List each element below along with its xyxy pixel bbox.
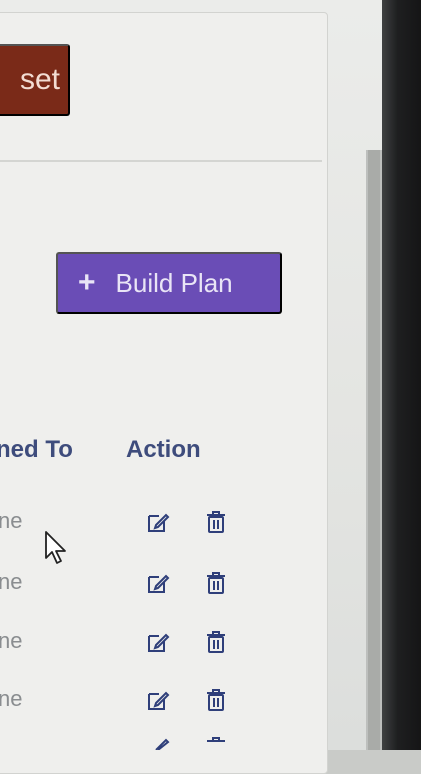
table-row: ne (0, 563, 300, 613)
trash-icon[interactable] (206, 571, 226, 595)
edit-icon[interactable] (146, 571, 170, 595)
build-plan-label: Build Plan (115, 267, 233, 298)
trash-icon[interactable] (206, 736, 226, 750)
table-row: ne (0, 622, 300, 672)
edit-icon[interactable] (146, 736, 170, 750)
trash-icon[interactable] (206, 510, 226, 534)
assigned-cell: ne (0, 628, 23, 653)
assigned-cell: ne (0, 508, 23, 533)
assigned-cell: ne (0, 686, 23, 711)
divider (0, 160, 322, 162)
screen-area: set + Build Plan ned To Action ne ne ne (0, 0, 392, 774)
column-header-assigned-to: ned To (0, 436, 73, 463)
assigned-cell: ne (0, 569, 23, 594)
column-header-action: Action (126, 436, 201, 463)
mouse-cursor-icon (45, 531, 66, 564)
edit-icon[interactable] (146, 510, 170, 534)
monitor-bezel (382, 0, 421, 750)
reset-button[interactable]: set (0, 44, 70, 116)
edit-icon[interactable] (146, 630, 170, 654)
build-plan-button[interactable]: + Build Plan (56, 252, 282, 314)
edit-icon[interactable] (146, 688, 170, 712)
scrollbar-thumb[interactable] (368, 150, 380, 750)
trash-icon[interactable] (206, 688, 226, 712)
table-row: ne (0, 680, 300, 730)
plus-icon: + (78, 266, 96, 299)
trash-icon[interactable] (206, 630, 226, 654)
